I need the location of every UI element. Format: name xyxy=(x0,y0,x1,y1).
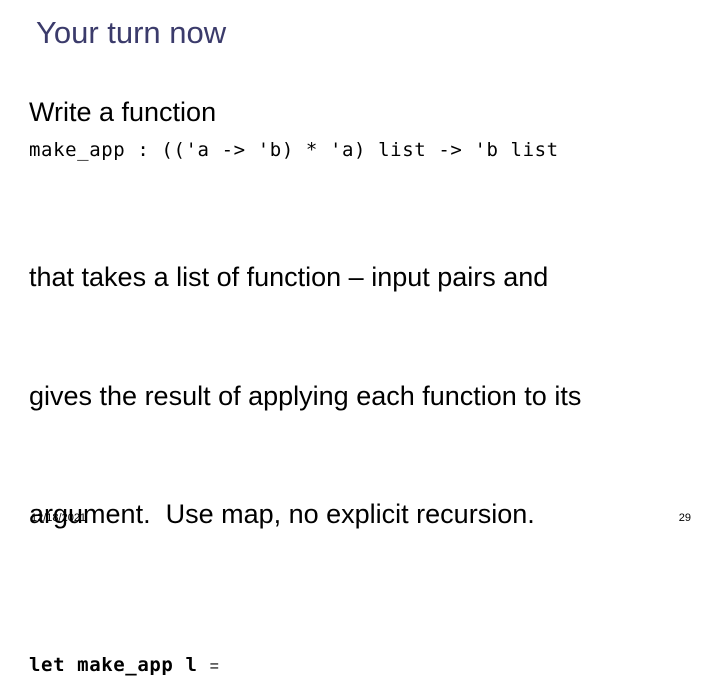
type-signature-code: make_app : (('a -> 'b) * 'a) list -> 'b … xyxy=(29,139,559,161)
description-line: that takes a list of function – input pa… xyxy=(29,262,549,292)
lead-instruction-text: Write a function xyxy=(29,97,217,127)
page-title: Your turn now xyxy=(36,15,227,50)
footer-date: 12/18/2021 xyxy=(31,512,87,524)
presentation-slide: Your turn now Write a function make_app … xyxy=(0,0,720,676)
code-stub-text: let make_app l xyxy=(29,653,210,676)
description-paragraph: that takes a list of function – input pa… xyxy=(29,179,701,614)
footer-page-number: 29 xyxy=(678,512,691,524)
description-line: argument. Use map, no explicit recursion… xyxy=(29,499,535,529)
code-stub: let make_app l = xyxy=(29,652,701,680)
code-stub-equals-sign: = xyxy=(209,657,219,675)
slide-body: Write a function make_app : (('a -> 'b) … xyxy=(29,96,701,680)
description-line: gives the result of applying each functi… xyxy=(29,380,582,411)
